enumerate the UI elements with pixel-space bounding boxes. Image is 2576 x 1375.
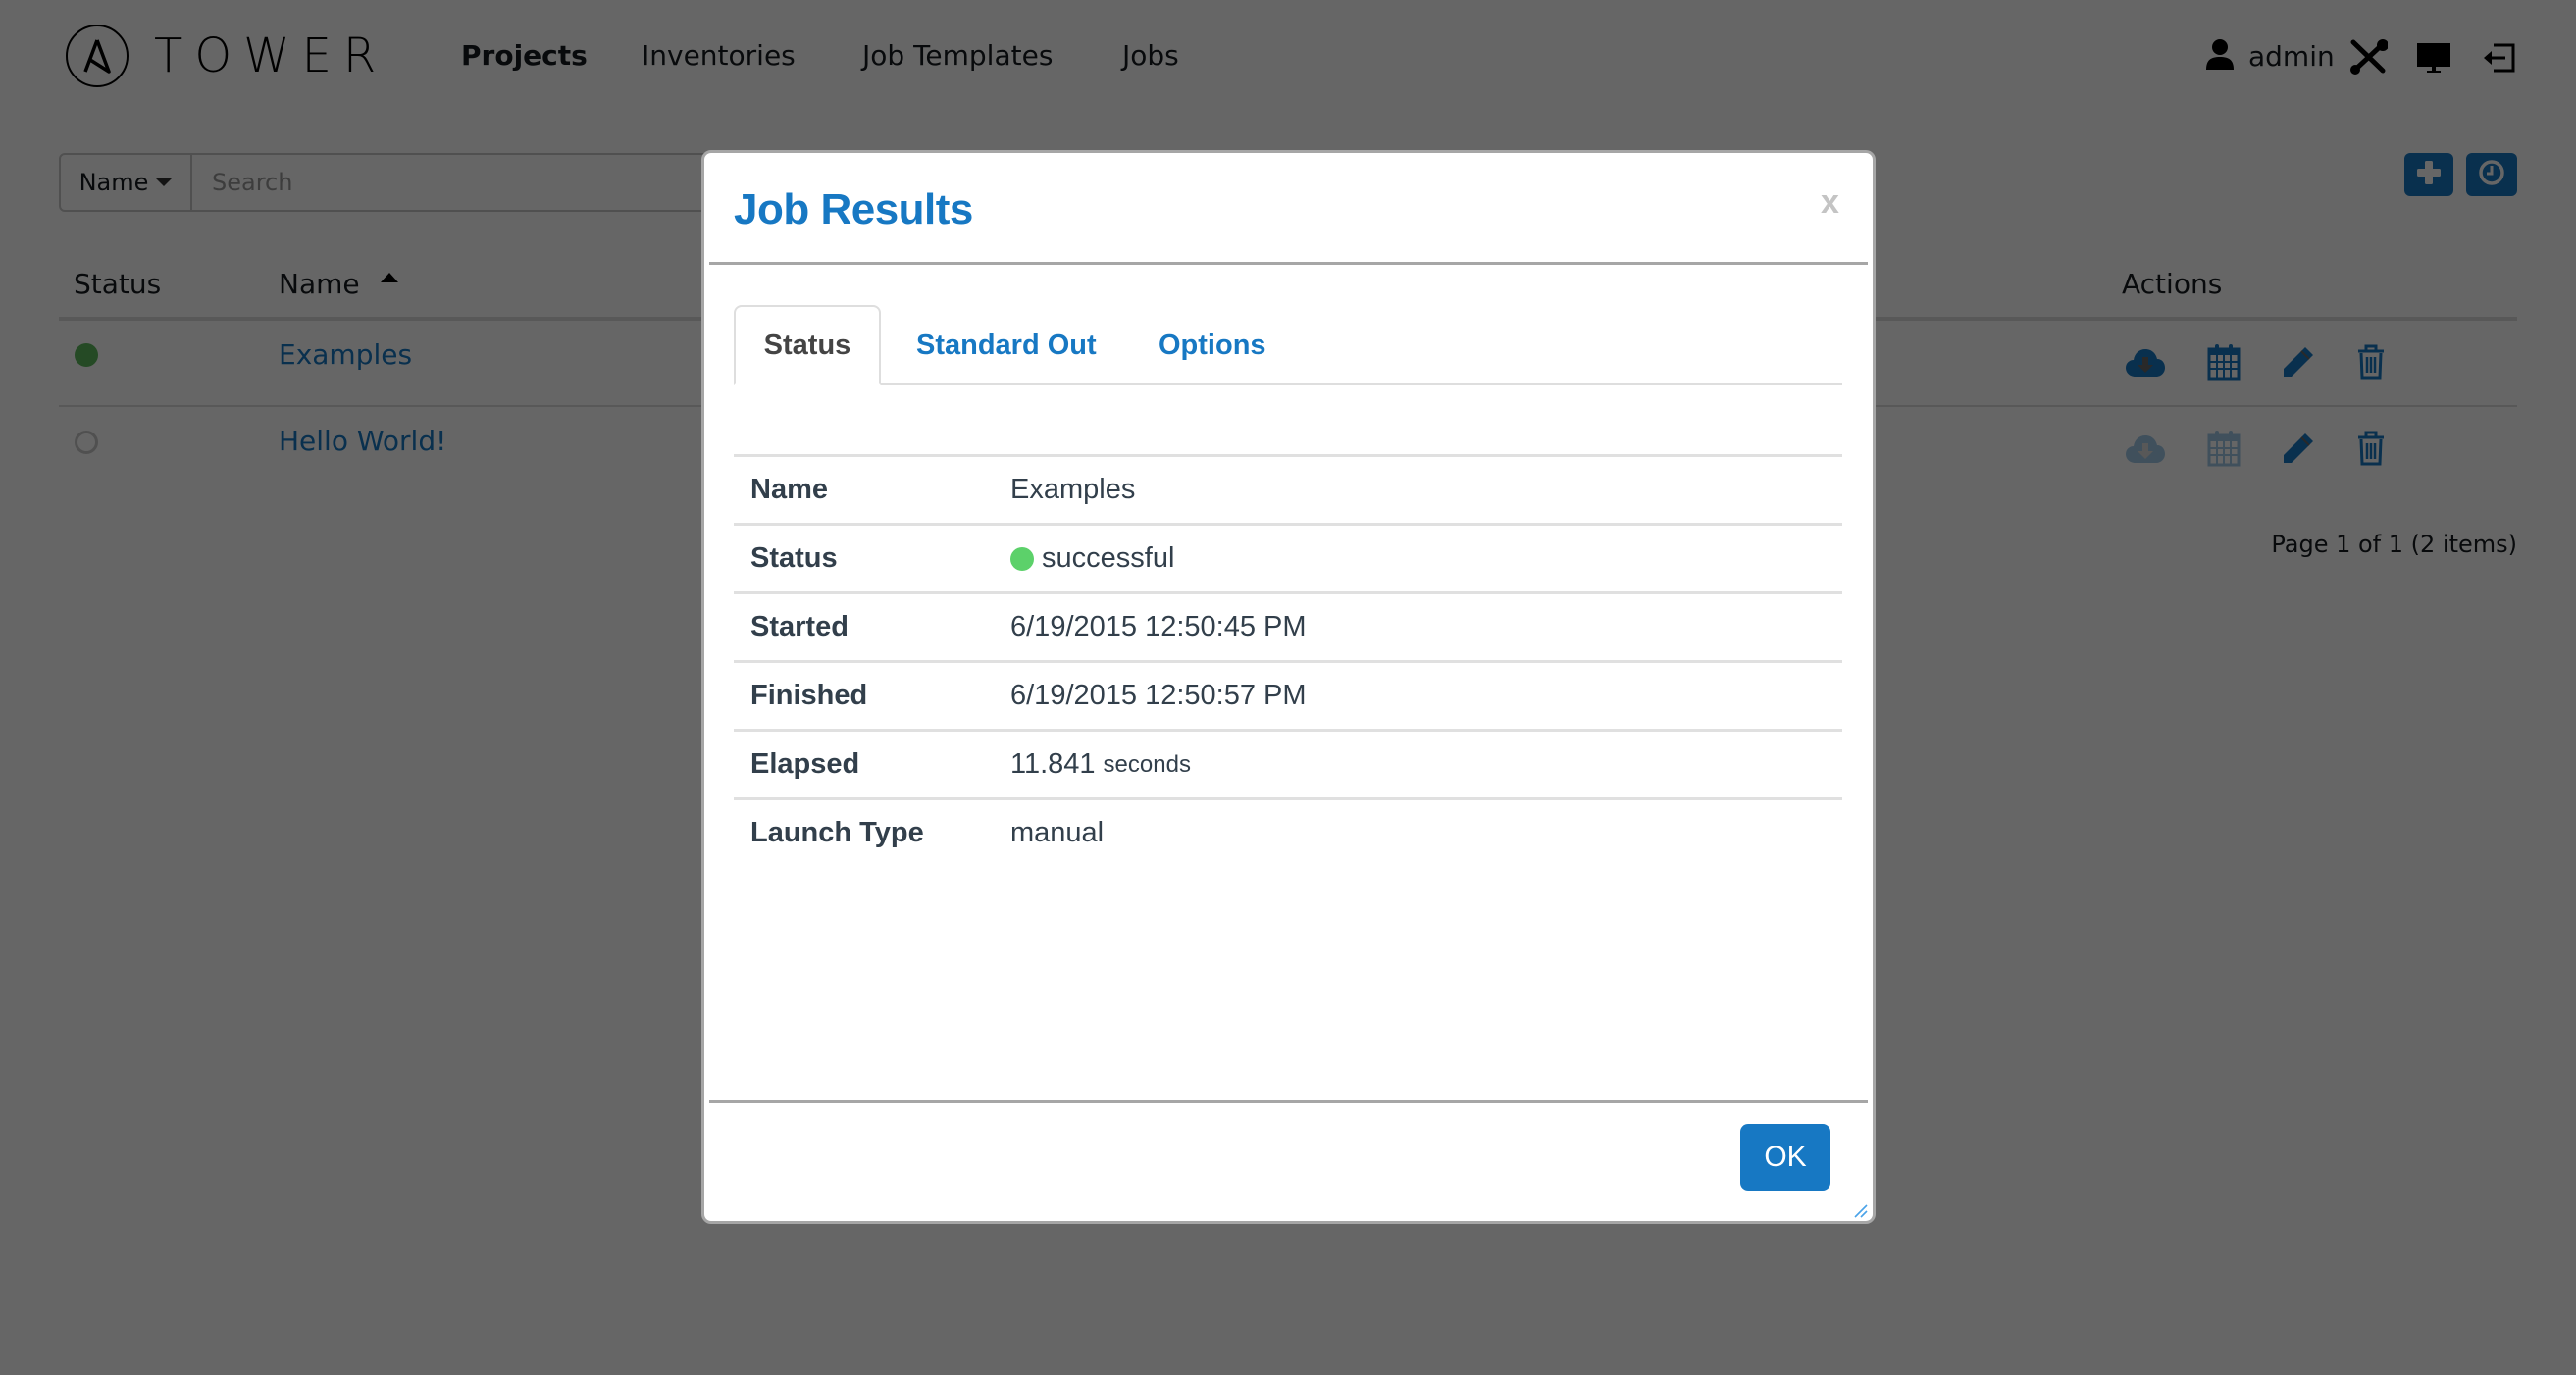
detail-value: 11.841 seconds [1010, 748, 1191, 781]
elapsed-number: 11.841 [1010, 748, 1096, 780]
detail-row-launch-type: Launch Type manual [734, 797, 1842, 866]
elapsed-unit: seconds [1103, 750, 1191, 778]
detail-label: Started [750, 611, 849, 642]
detail-row-name: Name Examples [734, 454, 1842, 523]
detail-row-status: Status successful [734, 523, 1842, 591]
detail-row-started: Started 6/19/2015 12:50:45 PM [734, 591, 1842, 660]
detail-label: Elapsed [750, 748, 860, 780]
detail-value: Examples [1010, 474, 1136, 505]
detail-row-elapsed: Elapsed 11.841 seconds [734, 729, 1842, 797]
detail-value: 6/19/2015 12:50:45 PM [1010, 611, 1307, 642]
tab-status[interactable]: Status [734, 305, 881, 385]
detail-label: Name [750, 474, 828, 505]
detail-label: Status [750, 542, 838, 574]
modal-footer-divider [709, 1100, 1868, 1103]
modal-header-divider [709, 262, 1868, 265]
modal-title: Job Results [734, 185, 973, 233]
tabs-baseline [734, 383, 1842, 385]
detail-value: manual [1010, 817, 1105, 848]
resize-handle-icon[interactable] [1852, 1202, 1868, 1223]
detail-row-finished: Finished 6/19/2015 12:50:57 PM [734, 660, 1842, 729]
ok-button[interactable]: OK [1740, 1124, 1830, 1191]
detail-value: 6/19/2015 12:50:57 PM [1010, 680, 1307, 711]
tab-standard-out[interactable]: Standard Out [916, 305, 1097, 385]
tab-options[interactable]: Options [1159, 305, 1266, 385]
detail-value: successful [1010, 542, 1174, 575]
detail-label: Finished [750, 680, 868, 711]
status-success-icon [1010, 546, 1034, 571]
close-icon[interactable]: x [1821, 182, 1839, 222]
job-results-modal: Job Results x Status Standard Out Option… [701, 150, 1876, 1224]
job-details-table: Name Examples Status successful Started … [734, 454, 1842, 866]
detail-label: Launch Type [750, 817, 924, 848]
status-text: successful [1042, 542, 1175, 574]
